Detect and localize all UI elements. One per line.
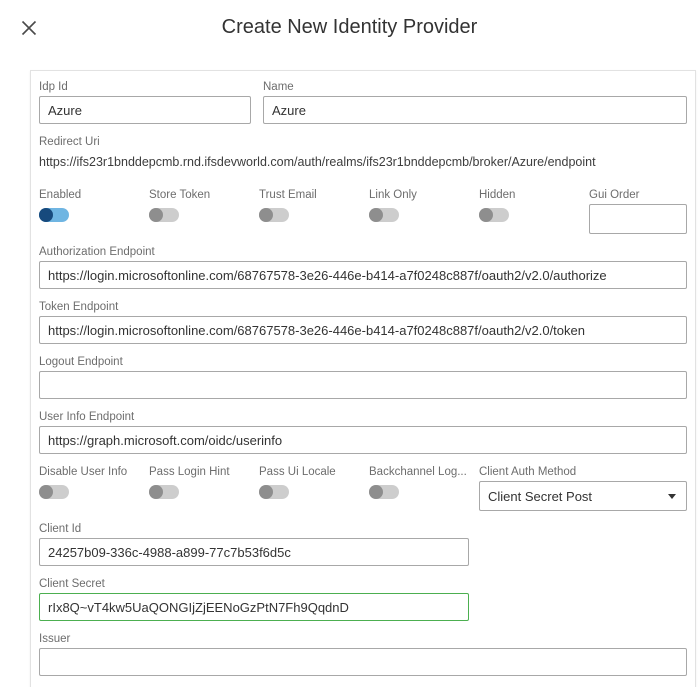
trust-email-field: Trust Email (259, 189, 369, 234)
idp-id-field: Idp Id (39, 81, 251, 124)
toggle-thumb (479, 208, 493, 222)
token-endpoint-field: Token Endpoint (39, 301, 687, 344)
link-only-toggle[interactable] (369, 208, 399, 222)
client-secret-label: Client Secret (39, 578, 687, 590)
pass-login-hint-field: Pass Login Hint (149, 466, 259, 511)
client-auth-method-value: Client Secret Post (488, 489, 592, 504)
name-label: Name (263, 81, 687, 93)
form-panel: Idp Id Name Redirect Uri https://ifs23r1… (30, 70, 696, 687)
backchannel-logout-label: Backchannel Log... (369, 466, 479, 478)
store-token-toggle[interactable] (149, 208, 179, 222)
name-input[interactable] (263, 96, 687, 124)
toggle-thumb (369, 208, 383, 222)
toggle-thumb (39, 208, 53, 222)
toggles-row-1: Enabled Store Token Trust Email Link Onl… (39, 189, 687, 234)
link-only-field: Link Only (369, 189, 479, 234)
toggle-thumb (39, 485, 53, 499)
token-endpoint-label: Token Endpoint (39, 301, 687, 313)
user-info-endpoint-label: User Info Endpoint (39, 411, 687, 423)
gui-order-field: Gui Order (589, 189, 687, 234)
redirect-uri-field: Redirect Uri https://ifs23r1bnddepcmb.rn… (39, 136, 687, 169)
hidden-toggle[interactable] (479, 208, 509, 222)
client-id-field: Client Id (39, 523, 687, 566)
idp-id-label: Idp Id (39, 81, 251, 93)
pass-ui-locale-field: Pass Ui Locale (259, 466, 369, 511)
chevron-down-icon (668, 494, 676, 499)
issuer-input[interactable] (39, 648, 687, 676)
pass-login-hint-toggle[interactable] (149, 485, 179, 499)
enabled-toggle[interactable] (39, 208, 69, 222)
toggle-thumb (369, 485, 383, 499)
toggle-thumb (259, 208, 273, 222)
backchannel-logout-field: Backchannel Log... (369, 466, 479, 511)
gui-order-input[interactable] (589, 204, 687, 234)
client-auth-method-field: Client Auth Method Client Secret Post (479, 466, 687, 511)
logout-endpoint-field: Logout Endpoint (39, 356, 687, 399)
trust-email-label: Trust Email (259, 189, 369, 201)
client-id-label: Client Id (39, 523, 687, 535)
redirect-uri-value: https://ifs23r1bnddepcmb.rnd.ifsdevworld… (39, 155, 687, 169)
logout-endpoint-label: Logout Endpoint (39, 356, 687, 368)
hidden-label: Hidden (479, 189, 589, 201)
enabled-field: Enabled (39, 189, 149, 234)
idp-name-row: Idp Id Name (39, 81, 687, 124)
gui-order-label: Gui Order (589, 189, 687, 201)
redirect-uri-label: Redirect Uri (39, 136, 687, 148)
store-token-label: Store Token (149, 189, 259, 201)
toggle-thumb (149, 485, 163, 499)
enabled-label: Enabled (39, 189, 149, 201)
disable-user-info-toggle[interactable] (39, 485, 69, 499)
disable-user-info-label: Disable User Info (39, 466, 149, 478)
issuer-label: Issuer (39, 633, 687, 645)
pass-ui-locale-label: Pass Ui Locale (259, 466, 369, 478)
toggle-thumb (149, 208, 163, 222)
dialog-header: Create New Identity Provider (0, 0, 699, 62)
client-secret-field: Client Secret (39, 578, 687, 621)
hidden-field: Hidden (479, 189, 589, 234)
pass-login-hint-label: Pass Login Hint (149, 466, 259, 478)
logout-endpoint-input[interactable] (39, 371, 687, 399)
token-endpoint-input[interactable] (39, 316, 687, 344)
client-auth-method-select[interactable]: Client Secret Post (479, 481, 687, 511)
client-auth-method-label: Client Auth Method (479, 466, 687, 478)
authorization-endpoint-label: Authorization Endpoint (39, 246, 687, 258)
user-info-endpoint-input[interactable] (39, 426, 687, 454)
name-field: Name (263, 81, 687, 124)
store-token-field: Store Token (149, 189, 259, 234)
client-secret-input[interactable] (39, 593, 469, 621)
authorization-endpoint-field: Authorization Endpoint (39, 246, 687, 289)
client-id-input[interactable] (39, 538, 469, 566)
backchannel-logout-toggle[interactable] (369, 485, 399, 499)
disable-user-info-field: Disable User Info (39, 466, 149, 511)
toggle-thumb (259, 485, 273, 499)
trust-email-toggle[interactable] (259, 208, 289, 222)
authorization-endpoint-input[interactable] (39, 261, 687, 289)
link-only-label: Link Only (369, 189, 479, 201)
user-info-endpoint-field: User Info Endpoint (39, 411, 687, 454)
pass-ui-locale-toggle[interactable] (259, 485, 289, 499)
issuer-field: Issuer (39, 633, 687, 676)
idp-id-input[interactable] (39, 96, 251, 124)
page-title: Create New Identity Provider (0, 16, 699, 39)
toggles-row-2: Disable User Info Pass Login Hint Pass U… (39, 466, 687, 511)
